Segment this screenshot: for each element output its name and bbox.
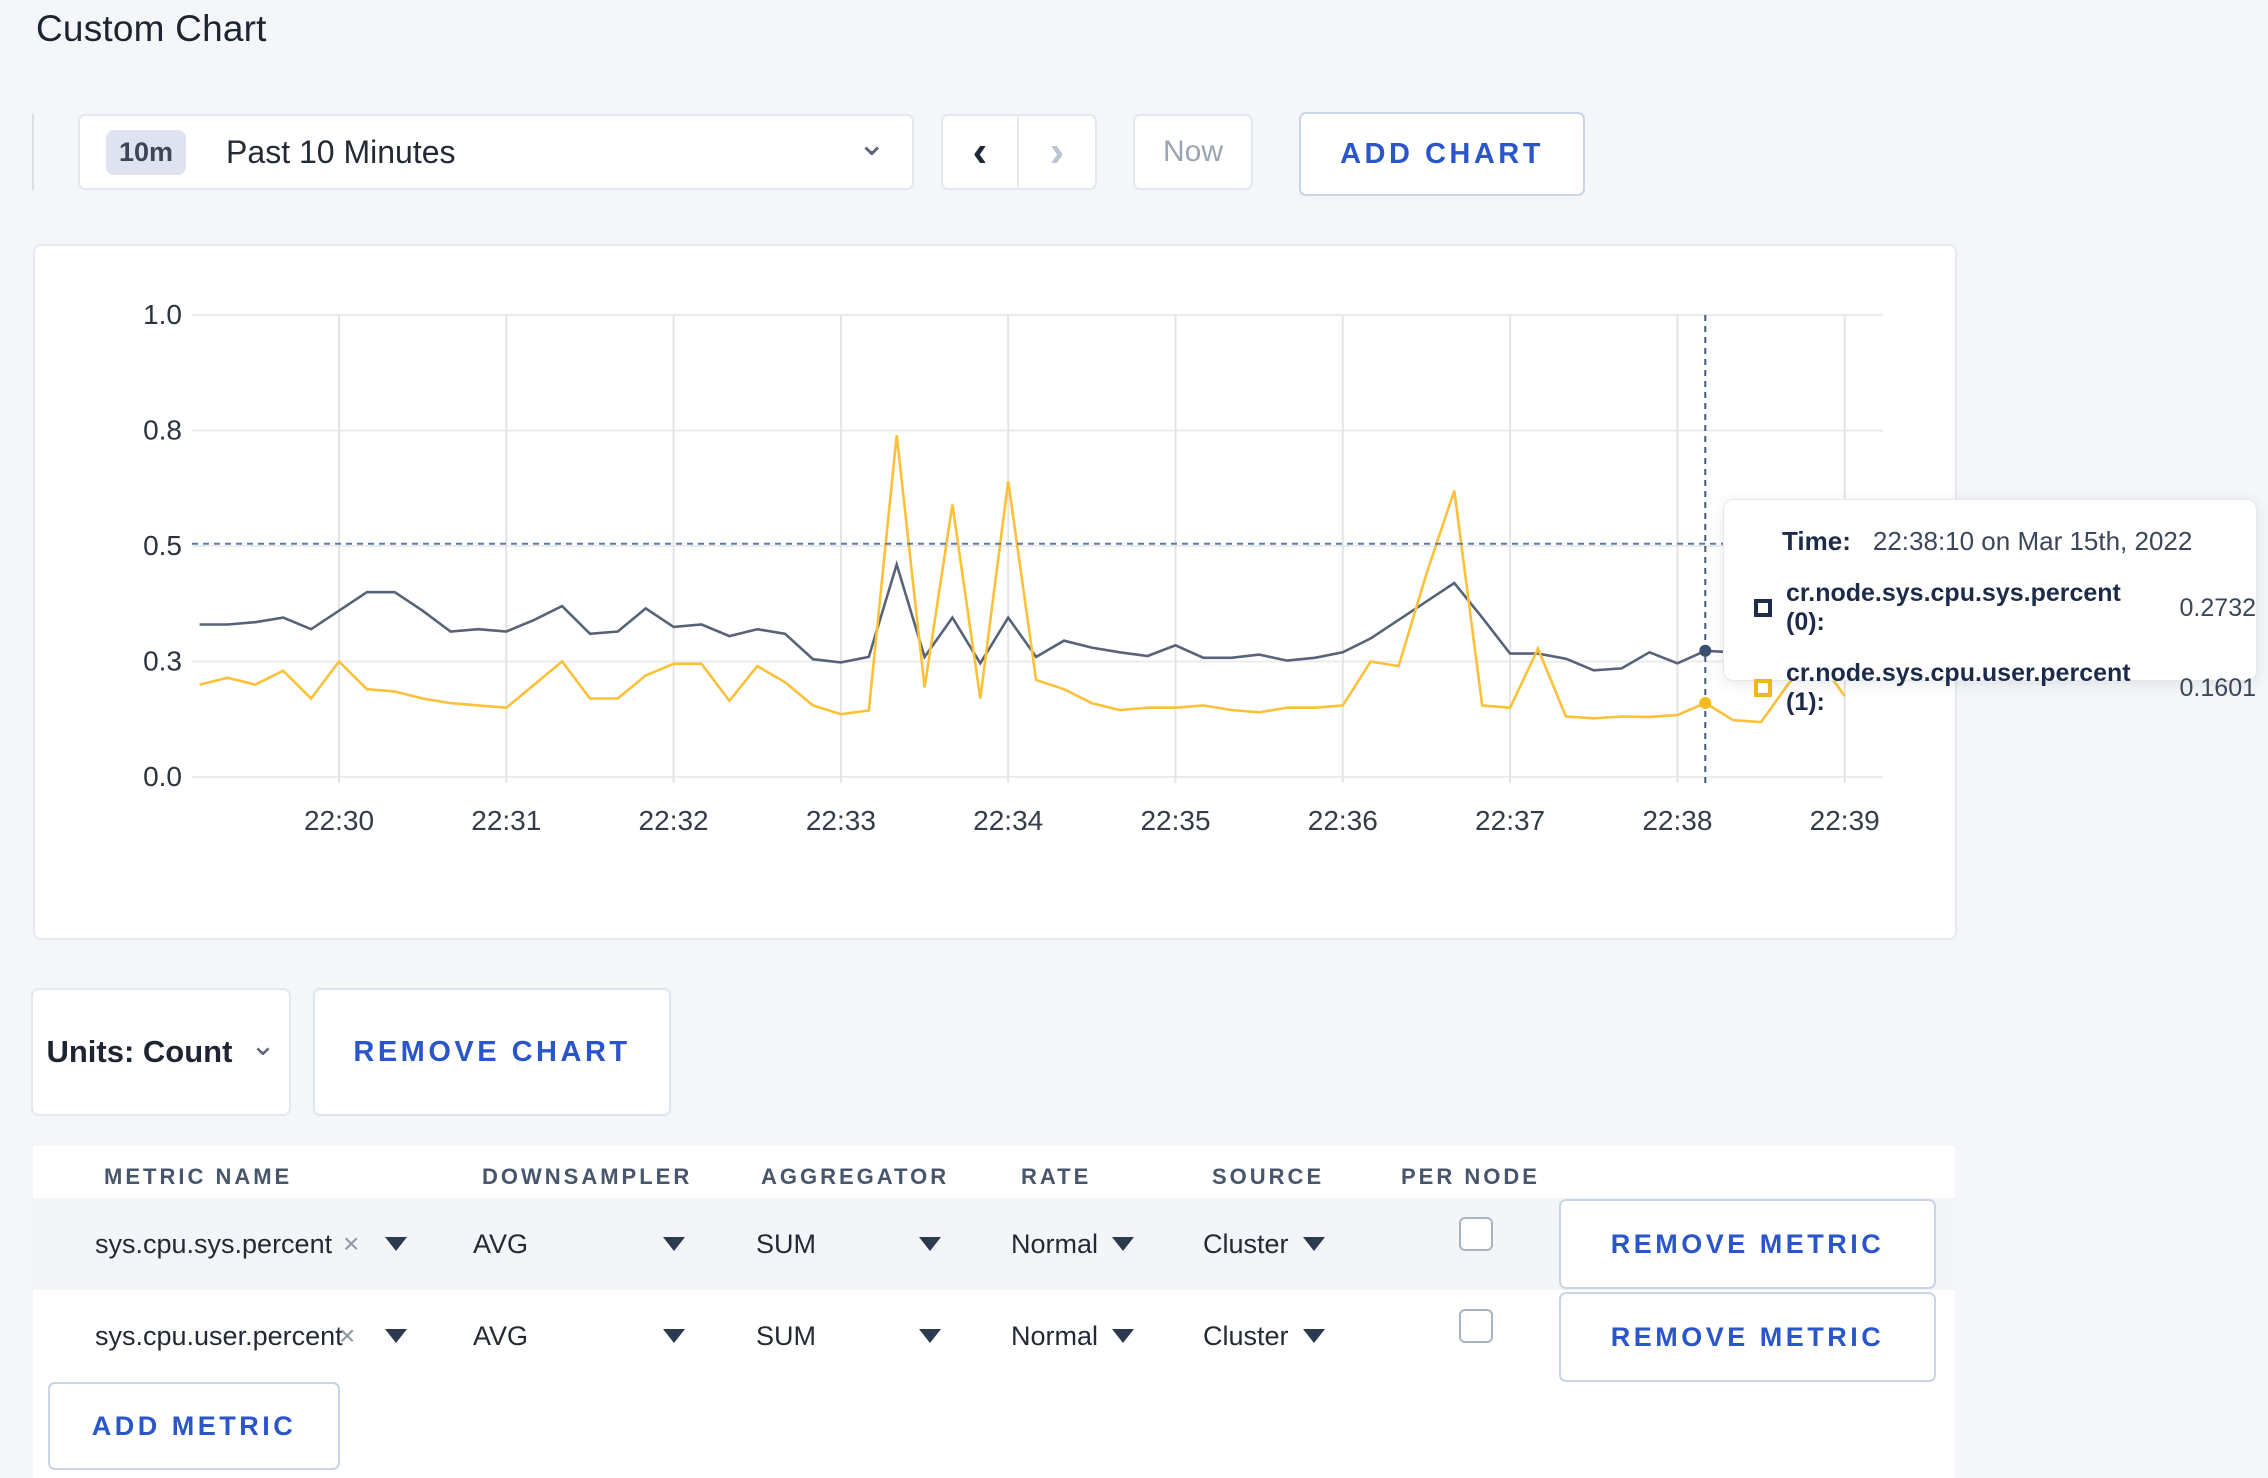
timeseries-chart[interactable]: 0.0 0.3 0.5 0.8 1.0 22:30 22:31 22:32 22:33 22:34… — [33, 244, 1957, 940]
remove-metric-x-icon[interactable]: × — [339, 1290, 355, 1382]
x-axis-tick-label: 22:30 — [304, 805, 374, 836]
col-header-downsampler: DOWNSAMPLER — [482, 1164, 693, 1189]
downsampler-select[interactable]: AVG — [473, 1290, 528, 1382]
y-axis-tick-label: 0.5 — [143, 530, 182, 561]
time-window-nav: ‹ › — [941, 114, 1097, 190]
units-label: Units: Count — [46, 1034, 233, 1069]
col-header-metric-name: METRIC NAME — [104, 1164, 293, 1189]
tooltip-series-row: cr.node.sys.cpu.sys.percent (0): 0.2732 — [1754, 579, 2256, 637]
custom-chart-page: { "page": { "title": "Custom Chart", "ac… — [0, 0, 2268, 1478]
hover-point-cr.node.sys.cpu.user.percent — [1699, 697, 1712, 710]
tooltip-series-label: cr.node.sys.cpu.sys.percent (0): — [1786, 579, 2121, 636]
tooltip-series-value: 0.1601 — [2179, 673, 2256, 702]
units-select[interactable]: Units: Count ⌄ — [31, 988, 291, 1116]
caret-down-icon — [663, 1329, 685, 1343]
col-header-rate: RATE — [1021, 1164, 1092, 1189]
metric-name-value[interactable]: sys.cpu.sys.percent — [95, 1198, 332, 1290]
x-axis-tick-label: 22:33 — [806, 805, 876, 836]
caret-down-icon — [385, 1237, 407, 1251]
per-node-checkbox[interactable] — [1459, 1217, 1493, 1251]
hover-point-cr.node.sys.cpu.sys.percent — [1699, 644, 1712, 657]
per-node-checkbox[interactable] — [1459, 1309, 1493, 1343]
prev-window-button[interactable]: ‹ — [943, 116, 1019, 188]
time-range-label: Past 10 Minutes — [226, 133, 456, 170]
remove-metric-x-icon[interactable]: × — [343, 1198, 359, 1290]
caret-down-icon — [385, 1329, 407, 1343]
caret-down-icon — [1112, 1329, 1135, 1343]
add-chart-button[interactable]: ADD CHART — [1299, 112, 1585, 196]
caret-down-icon — [1302, 1329, 1325, 1343]
metric-name-value[interactable]: sys.cpu.user.percent — [95, 1290, 343, 1382]
user-series-swatch-icon — [1754, 679, 1772, 697]
x-axis-tick-label: 22:37 — [1475, 805, 1545, 836]
x-axis-tick-label: 22:32 — [639, 805, 709, 836]
metric-dropdown[interactable] — [385, 1290, 407, 1382]
x-axis-tick-label: 22:36 — [1308, 805, 1378, 836]
tooltip-series-value: 0.2732 — [2179, 593, 2256, 622]
col-header-source: SOURCE — [1212, 1164, 1325, 1189]
now-button[interactable]: Now — [1133, 114, 1253, 190]
rate-select[interactable]: Normal — [1011, 1198, 1135, 1290]
x-axis-tick-label: 22:39 — [1810, 805, 1880, 836]
caret-down-icon — [663, 1237, 685, 1251]
downsampler-caret[interactable] — [663, 1290, 685, 1382]
caret-down-icon — [919, 1329, 941, 1343]
chevron-down-icon: ⌄ — [250, 1028, 276, 1062]
tooltip-time-value: 22:38:10 on Mar 15th, 2022 — [1872, 526, 2193, 556]
chart-hover-tooltip: Time: 22:38:10 on Mar 15th, 2022 cr.node… — [1723, 499, 2257, 716]
downsampler-caret[interactable] — [663, 1198, 685, 1290]
rate-select[interactable]: Normal — [1011, 1290, 1135, 1382]
sys-series-swatch-icon — [1754, 599, 1772, 617]
downsampler-select[interactable]: AVG — [473, 1198, 528, 1290]
x-axis-tick-label: 22:34 — [973, 805, 1043, 836]
time-range-select[interactable]: 10m Past 10 Minutes ⌄ — [78, 114, 914, 190]
aggregator-caret[interactable] — [919, 1198, 941, 1290]
y-axis-tick-label: 0.8 — [143, 415, 182, 446]
source-select[interactable]: Cluster — [1203, 1198, 1325, 1290]
remove-metric-button[interactable]: REMOVE METRIC — [1559, 1199, 1936, 1289]
caret-down-icon — [919, 1237, 941, 1251]
next-window-button[interactable]: › — [1019, 116, 1095, 188]
toolbar-divider — [32, 114, 34, 190]
y-axis-tick-label: 0.3 — [143, 646, 182, 677]
remove-metric-button[interactable]: REMOVE METRIC — [1559, 1292, 1936, 1382]
tooltip-time-label: Time: — [1782, 526, 1851, 556]
per-node-cell — [1459, 1188, 1493, 1280]
source-select[interactable]: Cluster — [1203, 1290, 1325, 1382]
x-axis-tick-label: 22:31 — [471, 805, 541, 836]
series-line-cr.node.sys.cpu.user.percent — [199, 434, 1846, 724]
y-axis-tick-label: 0.0 — [143, 761, 182, 792]
tooltip-series-row: cr.node.sys.cpu.user.percent (1): 0.1601 — [1754, 659, 2256, 717]
x-axis-tick-label: 22:35 — [1140, 805, 1210, 836]
caret-down-icon — [1302, 1237, 1325, 1251]
chevron-down-icon: ⌄ — [857, 125, 887, 163]
time-range-badge: 10m — [106, 129, 187, 175]
remove-chart-button[interactable]: REMOVE CHART — [313, 988, 671, 1116]
aggregator-select[interactable]: SUM — [756, 1290, 816, 1382]
tooltip-series-label: cr.node.sys.cpu.user.percent (1): — [1786, 659, 2131, 716]
add-metric-button[interactable]: ADD METRIC — [48, 1382, 340, 1470]
page-title: Custom Chart — [36, 8, 267, 49]
aggregator-select[interactable]: SUM — [756, 1198, 816, 1290]
x-axis-tick-label: 22:38 — [1642, 805, 1712, 836]
caret-down-icon — [1112, 1237, 1135, 1251]
aggregator-caret[interactable] — [919, 1290, 941, 1382]
col-header-aggregator: AGGREGATOR — [761, 1164, 950, 1189]
metric-dropdown[interactable] — [385, 1198, 407, 1290]
y-axis-tick-label: 1.0 — [143, 299, 182, 330]
per-node-cell — [1459, 1280, 1493, 1372]
